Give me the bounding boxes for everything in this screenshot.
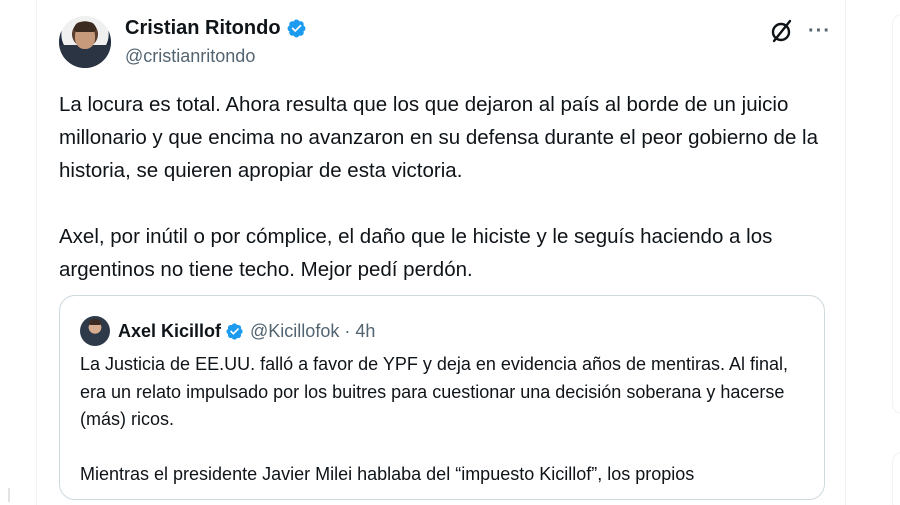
sidebar-card	[892, 452, 900, 505]
author-handle[interactable]: @cristianritondo	[125, 46, 255, 67]
author-avatar[interactable]	[59, 16, 111, 68]
more-icon[interactable]: ···	[808, 20, 834, 42]
verified-badge-icon	[287, 19, 306, 38]
sidebar-card	[892, 14, 900, 414]
quoted-paragraph: La Justicia de EE.UU. falló a favor de Y…	[80, 354, 789, 429]
quoted-avatar[interactable]	[80, 316, 110, 346]
right-sidebar	[888, 0, 900, 505]
tweet-paragraph: La locura es total. Ahora resulta que lo…	[59, 93, 819, 182]
left-gutter	[0, 0, 14, 505]
quoted-header: Axel Kicillof @Kicillofok · 4h	[80, 316, 375, 346]
tweet-paragraph: Axel, por inútil o por cómplice, el daño…	[59, 225, 773, 281]
author-name-row: Cristian Ritondo	[125, 17, 307, 40]
gutter-divider	[8, 488, 10, 502]
quoted-avatar-hair	[89, 319, 101, 325]
verified-badge-icon	[226, 322, 243, 340]
quoted-separator: ·	[344, 320, 351, 341]
quoted-author-handle[interactable]: @Kicillofok	[250, 321, 339, 342]
quoted-author-name[interactable]: Axel Kicillof	[118, 321, 221, 342]
quoted-text: La Justicia de EE.UU. falló a favor de Y…	[80, 351, 810, 499]
quoted-timestamp[interactable]: 4h	[355, 321, 375, 342]
grok-icon[interactable]	[769, 18, 795, 44]
avatar-hair	[74, 22, 96, 32]
quoted-tweet[interactable]: Axel Kicillof @Kicillofok · 4h La Justic…	[59, 295, 825, 500]
tweet-card[interactable]: Cristian Ritondo @cristianritondo ··· La…	[36, 0, 846, 505]
author-name[interactable]: Cristian Ritondo	[125, 17, 281, 40]
tweet-text: La locura es total. Ahora resulta que lo…	[59, 88, 839, 319]
quoted-paragraph: Mientras el presidente Javier Milei habl…	[80, 464, 695, 484]
